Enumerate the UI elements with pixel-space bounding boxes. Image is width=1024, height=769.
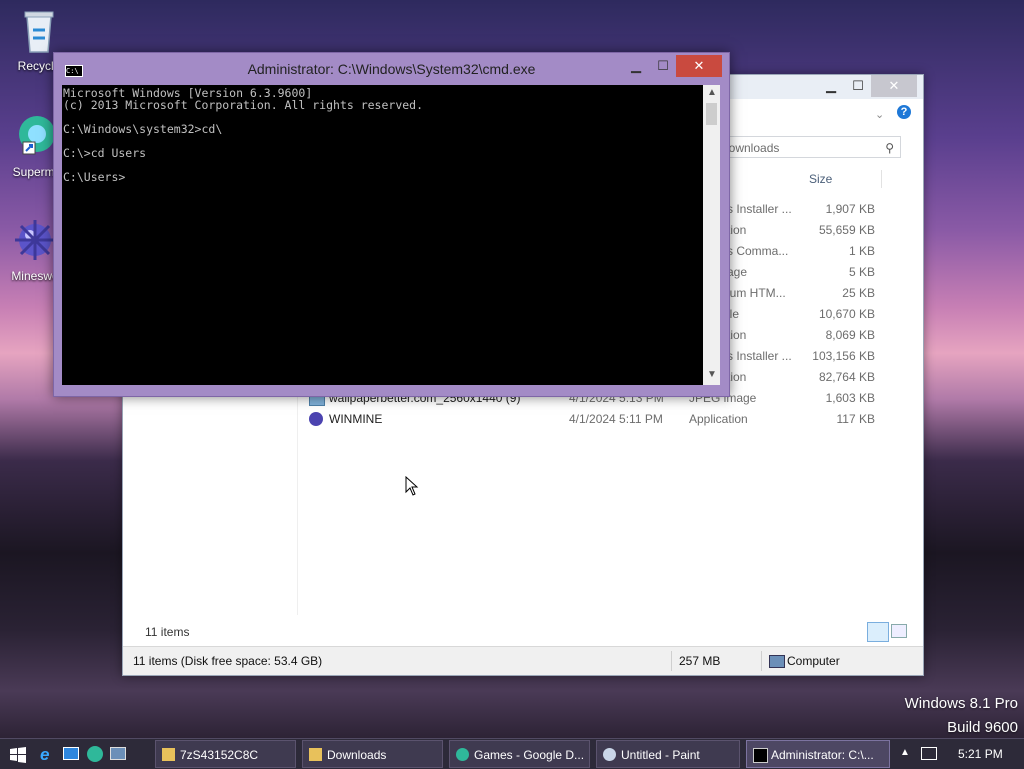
close-button[interactable]: ✕ <box>676 55 722 77</box>
status-divider <box>761 651 762 671</box>
item-count-bar: 11 items <box>123 620 923 644</box>
status-size: 257 MB <box>679 654 721 668</box>
scrollbar-thumb[interactable] <box>706 103 717 125</box>
minimize-icon: ▁ <box>631 58 641 73</box>
scroll-down-icon[interactable]: ▼ <box>707 369 717 380</box>
minimize-button[interactable]: ▁ <box>817 75 845 97</box>
cmd-icon <box>753 748 768 763</box>
cmd-titlebar[interactable]: C:\ Administrator: C:\Windows\System32\c… <box>54 53 729 85</box>
windows-start-icon[interactable] <box>10 747 26 763</box>
console-line: C:\Users> <box>63 170 126 184</box>
folder-icon <box>162 748 175 761</box>
maximize-icon: ☐ <box>852 78 864 93</box>
windows-version-watermark: Windows 8.1 Pro <box>904 695 1018 712</box>
console-output[interactable]: Microsoft Windows [Version 6.3.9600] (c)… <box>62 85 703 385</box>
large-icons-view-icon[interactable] <box>891 624 907 638</box>
status-text: 11 items (Disk free space: 53.4 GB) <box>133 654 323 668</box>
file-type: Application <box>689 412 748 426</box>
taskbar-item-7zip[interactable]: 7zS43152C8C <box>155 740 296 768</box>
taskbar-item-paint[interactable]: Untitled - Paint <box>596 740 740 768</box>
console-line: C:\>cd Users <box>63 146 147 160</box>
close-icon: ✕ <box>693 58 705 73</box>
column-divider <box>881 170 882 188</box>
file-name: WINMINE <box>329 412 383 426</box>
cmd-window[interactable]: C:\ Administrator: C:\Windows\System32\c… <box>53 52 730 397</box>
help-icon[interactable]: ? <box>897 105 911 119</box>
details-view-icon[interactable] <box>867 622 889 642</box>
computer-icon <box>769 655 785 668</box>
search-icon: ⚲ <box>885 141 894 155</box>
item-count: 11 items <box>145 625 190 639</box>
mouse-cursor-icon <box>405 476 419 496</box>
taskbar-item-cmd[interactable]: Administrator: C:\... <box>746 740 890 768</box>
file-size: 1,603 KB <box>825 391 875 405</box>
windows-build-watermark: Build 9600 <box>947 719 1018 736</box>
file-size: 117 KB <box>836 412 875 426</box>
status-location: Computer <box>787 654 840 668</box>
minesweeper-app-icon <box>309 412 323 426</box>
minimize-button[interactable]: ▁ <box>622 55 650 77</box>
taskbar-item-browser[interactable]: Games - Google D... <box>449 740 590 768</box>
scroll-up-icon[interactable]: ▲ <box>707 87 717 98</box>
supermium-browser-icon <box>456 748 469 761</box>
status-divider <box>671 651 672 671</box>
file-date: 4/1/2024 5:11 PM <box>569 412 663 426</box>
column-header-size[interactable]: Size <box>809 172 832 186</box>
maximize-icon: ☐ <box>657 58 669 73</box>
network-icon[interactable] <box>921 747 937 760</box>
show-hidden-icons-icon[interactable]: ▲ <box>900 747 910 758</box>
desktop-window-icon[interactable] <box>63 747 79 760</box>
close-button[interactable]: ✕ <box>871 75 917 97</box>
monitor-taskbar-icon[interactable] <box>110 747 126 760</box>
folder-icon <box>309 748 322 761</box>
paint-icon <box>603 748 616 761</box>
minimize-icon: ▁ <box>826 78 836 93</box>
file-row[interactable]: WINMINE 4/1/2024 5:11 PM Application 117… <box>123 409 923 430</box>
clock[interactable]: 5:21 PM <box>958 747 1003 761</box>
minesweeper-mine-icon <box>15 220 55 260</box>
taskbar-item-downloads[interactable]: Downloads <box>302 740 443 768</box>
supermium-taskbar-icon[interactable] <box>87 746 103 762</box>
supermium-browser-icon <box>19 116 55 155</box>
taskbar: e 7zS43152C8C Downloads Games - Google D… <box>0 738 1024 769</box>
internet-explorer-icon[interactable]: e <box>40 745 49 765</box>
console-line: (c) 2013 Microsoft Corporation. All righ… <box>63 98 424 112</box>
ribbon-expand-chevron-icon[interactable]: ⌄ <box>875 108 884 121</box>
vertical-scrollbar[interactable]: ▲ ▼ <box>703 85 720 385</box>
console-line: C:\Windows\system32>cd\ <box>63 122 223 136</box>
maximize-button[interactable]: ☐ <box>844 75 872 97</box>
status-bar: 11 items (Disk free space: 53.4 GB) 257 … <box>123 646 923 675</box>
recycle-bin-icon <box>24 11 54 53</box>
maximize-button[interactable]: ☐ <box>649 55 677 77</box>
close-icon: ✕ <box>888 78 900 93</box>
